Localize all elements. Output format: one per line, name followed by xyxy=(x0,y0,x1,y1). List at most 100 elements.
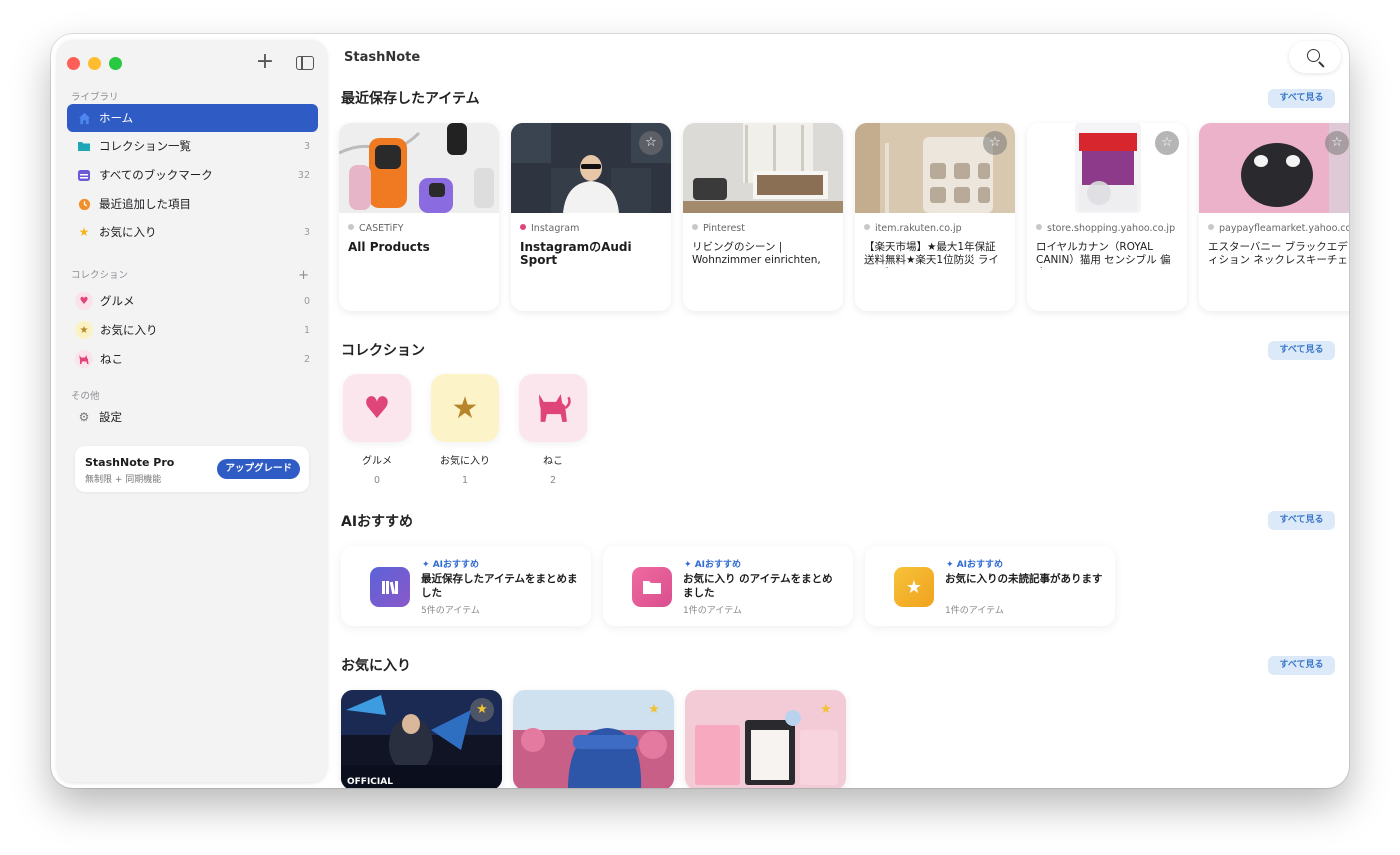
sidebar-item-label: 最近追加した項目 xyxy=(99,197,191,211)
card-source: Pinterest xyxy=(692,223,840,234)
collection-name: グルメ xyxy=(362,456,392,467)
ai-item-count: 1件のアイテム xyxy=(945,606,1004,616)
minimize-window-button[interactable] xyxy=(88,57,101,70)
favorite-card[interactable]: OFFICIAL ★ xyxy=(341,690,502,788)
sidebar-item-label: お気に入り xyxy=(99,225,157,239)
cat-icon xyxy=(519,374,587,442)
collection-tile-cats[interactable]: ねこ 2 xyxy=(518,374,588,486)
ai-see-all-button[interactable]: すべて見る xyxy=(1268,511,1335,530)
sidebar-item-label: コレクション一覧 xyxy=(99,139,191,153)
cat-icon xyxy=(75,350,93,368)
collection-name: お気に入り xyxy=(440,456,490,467)
maximize-window-button[interactable] xyxy=(109,57,122,70)
app-title: StashNote xyxy=(344,50,421,65)
card-title: ロイヤルカナン（ROYAL CANIN）猫用 センシブル 偏食... xyxy=(1036,241,1171,268)
recent-card[interactable]: ☆ store.shopping.yahoo.co.jp ロイヤルカナン（ROY… xyxy=(1027,123,1187,311)
library-section-label: ライブラリ xyxy=(71,92,119,103)
sidebar-item-collections[interactable]: コレクション一覧 3 xyxy=(67,132,318,160)
folder-icon xyxy=(77,139,91,153)
collection-count: 1 xyxy=(461,475,469,486)
sidebar-item-count: 32 xyxy=(297,169,310,181)
clock-icon xyxy=(77,197,91,211)
heart-icon: ♥ xyxy=(343,374,411,442)
sidebar-item-home[interactable]: ホーム xyxy=(67,104,318,132)
card-title: エスターバニー ブラックエディション ネックレスキーチェーン... xyxy=(1208,241,1348,268)
card-source: paypayfleamarket.yahoo.co.jp xyxy=(1208,223,1349,234)
sidebar-item-settings[interactable]: ⚙ 設定 xyxy=(67,403,318,431)
tray-icon xyxy=(77,168,91,182)
favorite-star-icon[interactable]: ★ xyxy=(642,698,666,722)
favorite-star-icon[interactable]: ☆ xyxy=(639,131,663,155)
sidebar-collection-gourmet[interactable]: ♥ グルメ 0 xyxy=(67,287,318,315)
sidebar-item-label: すべてのブックマーク xyxy=(99,168,213,182)
recent-see-all-button[interactable]: すべて見る xyxy=(1268,89,1335,108)
add-collection-button[interactable]: + xyxy=(298,268,309,283)
pro-upgrade-card: StashNote Pro 無制限 + 同期機能 アップグレード xyxy=(75,446,309,492)
sidebar-item-all-bookmarks[interactable]: すべてのブックマーク 32 xyxy=(67,161,318,189)
thumbnail-overlay-text: OFFICIAL xyxy=(347,777,393,787)
ai-recommendation-card[interactable]: ✦ AIおすすめ お気に入り のアイテムをまとめました 1件のアイテム xyxy=(603,546,853,626)
card-title: 【楽天市場】★最大1年保証 送料無料★楽天1位防災 ライト デ... xyxy=(864,241,999,268)
favorite-star-icon[interactable]: ☆ xyxy=(1325,131,1349,155)
recent-card[interactable]: ☆ paypayfleamarket.yahoo.co.jp エスターバニー ブ… xyxy=(1199,123,1349,311)
folder-icon xyxy=(632,567,672,607)
sidebar-item-count: 3 xyxy=(303,140,310,152)
favorite-card[interactable]: ★ xyxy=(513,690,674,788)
star-icon: ★ xyxy=(75,321,93,339)
favorite-star-icon[interactable]: ☆ xyxy=(1155,131,1179,155)
sidebar-item-count: 0 xyxy=(303,295,310,307)
close-window-button[interactable] xyxy=(67,57,80,70)
ai-recommendation-card[interactable]: ★ ✦ AIおすすめ お気に入りの未読記事があります 1件のアイテム xyxy=(865,546,1115,626)
favorites-section-title: お気に入り xyxy=(341,658,411,674)
favorite-card[interactable]: ★ xyxy=(685,690,846,788)
recent-card[interactable]: ☆ item.rakuten.co.jp 【楽天市場】★最大1年保証 送料無料★… xyxy=(855,123,1015,311)
card-source: store.shopping.yahoo.co.jp xyxy=(1036,223,1184,234)
card-source: Instagram xyxy=(520,223,668,234)
recent-section-title: 最近保存したアイテム xyxy=(341,91,480,107)
recent-card[interactable]: Pinterest リビングのシーン | Wohnzimmer einricht… xyxy=(683,123,843,311)
sidebar-collection-favorites[interactable]: ★ お気に入り 1 xyxy=(67,316,318,344)
upgrade-button[interactable]: アップグレード xyxy=(217,459,300,479)
house-icon xyxy=(77,111,91,125)
sidebar-item-favorites[interactable]: ★ お気に入り 3 xyxy=(67,218,318,246)
search-icon xyxy=(1307,49,1320,62)
ai-tag: ✦ AIおすすめ xyxy=(946,560,1004,570)
ai-section-title: AIおすすめ xyxy=(341,514,414,530)
other-section-label: その他 xyxy=(71,391,100,402)
favorite-star-icon[interactable]: ☆ xyxy=(983,131,1007,155)
card-title: InstagramのAudi Sport xyxy=(520,241,632,267)
collections-see-all-button[interactable]: すべて見る xyxy=(1268,341,1335,360)
heart-icon: ♥ xyxy=(75,292,93,310)
collection-tile-favorites[interactable]: ★ お気に入り 1 xyxy=(430,374,500,486)
favorite-star-icon[interactable]: ★ xyxy=(814,698,838,722)
sidebar-item-label: お気に入り xyxy=(100,323,158,337)
ai-tag: ✦ AIおすすめ xyxy=(684,560,742,570)
ai-description: 最近保存したアイテムをまとめました xyxy=(421,573,578,599)
card-source: CASETiFY xyxy=(348,223,496,234)
ai-recommendation-card[interactable]: ✦ AIおすすめ 最近保存したアイテムをまとめました 5件のアイテム xyxy=(341,546,591,626)
sidebar-collection-cats[interactable]: ねこ 2 xyxy=(67,345,318,373)
favorite-star-icon[interactable]: ★ xyxy=(470,698,494,722)
app-window: + ライブラリ ホーム コレクション一覧 3 すべてのブックマーク 32 最近追… xyxy=(51,34,1349,788)
sidebar-item-count: 3 xyxy=(303,226,310,238)
ai-item-count: 5件のアイテム xyxy=(421,606,480,616)
collection-count: 2 xyxy=(549,475,557,486)
sidebar-toggle-icon[interactable] xyxy=(294,52,316,74)
sidebar-item-recent[interactable]: 最近追加した項目 xyxy=(67,190,318,218)
collection-name: ねこ xyxy=(543,456,563,467)
recent-card[interactable]: CASETiFY All Products xyxy=(339,123,499,311)
add-bookmark-button[interactable]: + xyxy=(254,51,276,74)
search-button[interactable] xyxy=(1289,41,1341,73)
collection-tile-gourmet[interactable]: ♥ グルメ 0 xyxy=(342,374,412,486)
card-thumbnail xyxy=(339,123,499,213)
star-icon: ★ xyxy=(78,225,90,239)
recent-card[interactable]: ☆ Instagram InstagramのAudi Sport xyxy=(511,123,671,311)
collections-section-label: コレクション xyxy=(71,270,129,281)
sidebar: + ライブラリ ホーム コレクション一覧 3 すべてのブックマーク 32 最近追… xyxy=(57,40,327,782)
favorites-see-all-button[interactable]: すべて見る xyxy=(1268,656,1335,675)
sidebar-item-label: 設定 xyxy=(99,410,122,424)
pro-title: StashNote Pro xyxy=(85,456,175,469)
sidebar-item-count: 1 xyxy=(303,324,310,336)
ai-description: お気に入り のアイテムをまとめました xyxy=(683,573,833,599)
star-icon: ★ xyxy=(894,567,934,607)
